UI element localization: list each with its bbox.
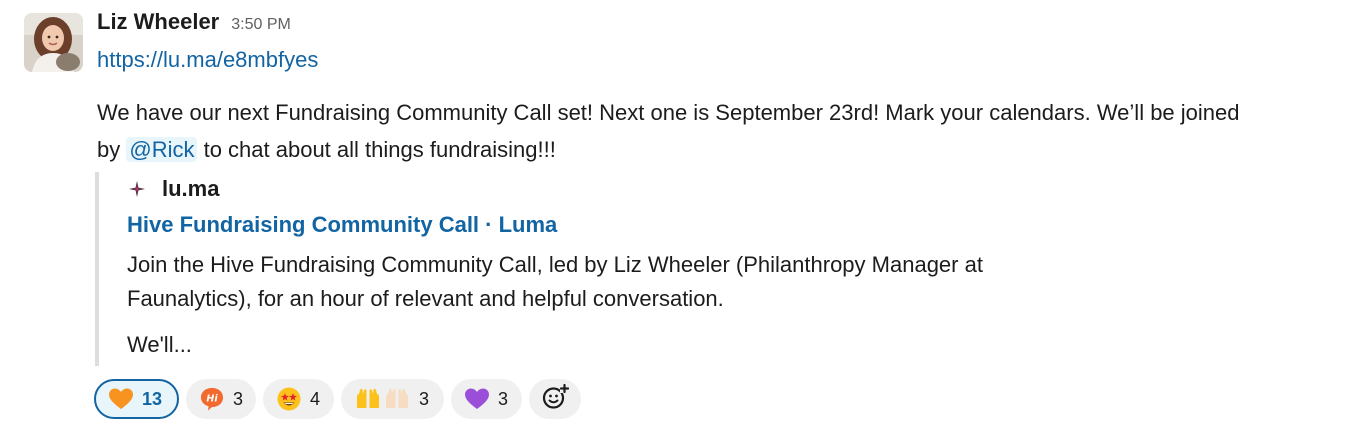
- message-link[interactable]: https://lu.ma/e8mbfyes: [97, 47, 318, 73]
- raised-hands-icon: [355, 388, 410, 410]
- reaction-count: 3: [419, 388, 430, 409]
- luma-sparkle-icon: [128, 180, 146, 198]
- user-mention[interactable]: @Rick: [126, 137, 198, 162]
- reaction-raised-hands[interactable]: 3: [341, 379, 444, 419]
- message-header: Liz Wheeler 3:50 PM: [97, 9, 291, 43]
- reaction-count: 13: [142, 388, 163, 409]
- reaction-star-struck[interactable]: 4: [263, 379, 334, 419]
- unfurl-site-name: lu.ma: [162, 176, 220, 201]
- reaction-orange-heart[interactable]: 13: [94, 379, 179, 419]
- unfurl-description: Join the Hive Fundraising Community Call…: [127, 248, 1087, 316]
- message-text-line-2: by @Rick to chat about all things fundra…: [97, 131, 1359, 168]
- link-unfurl: lu.ma Hive Fundraising Community Call · …: [95, 172, 1089, 366]
- hi-speech-bubble-icon: Hi: [200, 387, 224, 411]
- add-reaction-button[interactable]: [529, 379, 581, 419]
- reaction-hi-bubble[interactable]: Hi 3: [186, 379, 256, 419]
- unfurl-site: lu.ma: [128, 176, 219, 202]
- reaction-count: 3: [233, 388, 244, 409]
- message-timestamp[interactable]: 3:50 PM: [231, 16, 291, 34]
- unfurl-title-link[interactable]: Hive Fundraising Community Call · Luma: [127, 212, 557, 238]
- reaction-count: 3: [498, 388, 509, 409]
- svg-text:Hi: Hi: [206, 394, 218, 405]
- purple-heart-icon: [465, 388, 489, 410]
- add-reaction-icon: [541, 383, 570, 416]
- unfurl-more-text: We'll...: [127, 332, 192, 357]
- message-text-prefix: by: [97, 137, 127, 162]
- orange-heart-icon: [109, 388, 133, 410]
- avatar[interactable]: [24, 13, 83, 72]
- message-text-suffix: to chat about all things fundraising!!!: [197, 137, 556, 162]
- message-text: We have our next Fundraising Community C…: [97, 94, 1359, 168]
- star-struck-face-icon: [277, 387, 301, 411]
- reaction-purple-heart[interactable]: 3: [451, 379, 522, 419]
- unfurl-description-line-1: Join the Hive Fundraising Community Call…: [127, 252, 983, 277]
- avatar-photo: [24, 13, 83, 72]
- reaction-count: 4: [310, 388, 321, 409]
- reaction-bar: 13 Hi 3 4 3 3: [94, 379, 581, 419]
- unfurl-description-line-2: Faunalytics), for an hour of relevant an…: [127, 286, 724, 311]
- author-name[interactable]: Liz Wheeler: [97, 9, 219, 35]
- message-text-line-1: We have our next Fundraising Community C…: [97, 100, 1240, 125]
